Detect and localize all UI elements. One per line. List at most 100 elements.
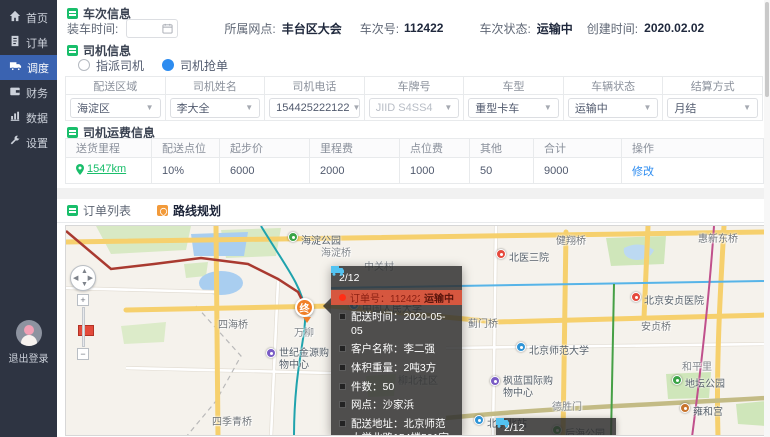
sidebar-item-settings[interactable]: 设置 xyxy=(0,130,57,155)
network-label: 所属网点: xyxy=(224,20,275,37)
zoom-track[interactable] xyxy=(82,307,85,347)
load-time-label: 装车时间: xyxy=(67,20,118,37)
col-header: 合计 xyxy=(534,139,622,158)
mall-marker-icon xyxy=(266,348,276,358)
trip-status-label: 车次状态: xyxy=(479,20,530,37)
radio-assign-driver[interactable] xyxy=(78,59,90,71)
tab-order-list[interactable]: 订单列表 xyxy=(67,202,131,219)
pan-up-icon[interactable]: ▲ xyxy=(81,268,88,275)
hospital-marker-icon xyxy=(496,249,506,259)
order-popup-secondary[interactable]: 2/12 xyxy=(496,418,616,436)
sidebar-item-home[interactable]: 首页 xyxy=(0,5,57,30)
freight-table: 送货里程 配送点位 起步价 里程费 点位费 其他 合计 操作 1547km 10… xyxy=(65,138,764,184)
order-list-icon xyxy=(67,205,78,216)
edit-link[interactable]: 修改 xyxy=(632,166,654,178)
pan-left-icon[interactable]: ◀ xyxy=(73,275,78,282)
map-label: 德胜门 xyxy=(552,398,582,413)
sidebar-item-finance[interactable]: 财务 xyxy=(0,80,57,105)
popup-pointer xyxy=(323,298,331,314)
home-icon xyxy=(9,10,21,25)
trip-status-value: 运输中 xyxy=(537,20,573,37)
map-zoom-slider[interactable]: + − xyxy=(77,294,89,360)
popup-field: 体积重量：2吨3方 xyxy=(339,361,454,375)
driver-name-select[interactable]: 李大全▼ xyxy=(170,98,261,118)
vehicle-type-select[interactable]: 重型卡车▼ xyxy=(468,98,559,118)
col-header: 车牌号 xyxy=(364,77,464,95)
col-header: 点位费 xyxy=(400,139,470,158)
map-poi-mall[interactable]: 世纪金源购物中心 xyxy=(266,348,333,371)
col-header: 起步价 xyxy=(220,139,310,158)
network-value: 丰台区大会 xyxy=(282,20,342,37)
distance-link[interactable]: 1547km xyxy=(76,163,126,175)
order-popup: 2/12 订单号：112422 运输中 配送时间：2020-05-05 客户名称… xyxy=(331,266,462,435)
trip-form-row: 装车时间: 所属网点: 丰台区大会 车次号: 112422 车次状态: 运输中 … xyxy=(67,18,704,38)
map-canvas[interactable]: 海淀桥 中关村 健翔桥 惠新东桥 安贞桥 蓟门桥 和平里 德胜门 四海桥 四季青… xyxy=(65,225,765,436)
temple-marker-icon xyxy=(680,403,690,413)
bullet-icon xyxy=(339,383,346,390)
sidebar-item-orders[interactable]: 订单 xyxy=(0,30,57,55)
driver-mode-radios: 指派司机 司机抢单 xyxy=(78,57,246,73)
col-header: 配送点位 xyxy=(152,139,220,158)
tab-route-plan[interactable]: 路线规划 xyxy=(157,202,221,219)
station-marker-icon xyxy=(474,415,484,425)
chevron-down-icon: ▼ xyxy=(544,103,552,112)
chevron-down-icon: ▼ xyxy=(643,103,651,112)
driver-phone-select[interactable]: 154425222122▼ xyxy=(269,98,360,118)
sidebar-item-dispatch[interactable]: 调度 xyxy=(0,55,57,80)
map-label: 四海桥 xyxy=(218,316,248,331)
vehicle-status-select[interactable]: 运输中▼ xyxy=(568,98,659,118)
location-pin-icon xyxy=(76,164,84,175)
radio-grab-order[interactable] xyxy=(162,59,174,71)
section-icon xyxy=(67,45,78,56)
map-poi-hospital[interactable]: 北医三院 xyxy=(496,249,549,264)
driver-table: 配送区域 司机姓名 司机电话 车牌号 车型 车辆状态 结算方式 海淀区▼ 李大全… xyxy=(65,76,763,121)
plate-no-select[interactable]: JIID S4SS4▼ xyxy=(369,98,460,118)
driver-table-row: 海淀区▼ 李大全▼ 154425222122▼ JIID S4SS4▼ 重型卡车… xyxy=(66,95,763,121)
map-pan-control[interactable]: ▲ ▼ ◀ ▶ xyxy=(70,265,96,291)
popup-field: 网点：沙家浜 xyxy=(339,398,454,412)
load-time-input[interactable] xyxy=(126,19,178,38)
scrollbar-thumb[interactable] xyxy=(765,2,769,97)
map-poi-park[interactable]: 地坛公园 xyxy=(672,375,725,390)
total-cell: 9000 xyxy=(534,158,622,184)
map-poi-mall[interactable]: 枫蓝国际购物中心 xyxy=(490,376,557,399)
section-icon xyxy=(67,127,78,138)
col-header: 配送区域 xyxy=(66,77,166,95)
point-fee-cell: 1000 xyxy=(400,158,470,184)
settlement-select[interactable]: 月结▼ xyxy=(667,98,758,118)
truck-icon xyxy=(331,266,345,276)
zoom-out-button[interactable]: − xyxy=(77,348,89,360)
vertical-scrollbar[interactable] xyxy=(764,0,770,437)
map-poi-park[interactable]: 海淀公园 xyxy=(288,232,341,247)
truck-icon xyxy=(9,60,22,75)
chevron-down-icon: ▼ xyxy=(245,103,253,112)
popup-field: 客户名称：李二强 xyxy=(339,342,454,356)
map-label: 和平里 xyxy=(682,358,712,373)
chevron-down-icon: ▼ xyxy=(353,103,360,112)
radio-assign-label[interactable]: 指派司机 xyxy=(96,57,144,74)
map-poi-temple[interactable]: 雍和宫 xyxy=(680,403,723,418)
zoom-in-button[interactable]: + xyxy=(77,294,89,306)
map-poi-university[interactable]: 北京师范大学 xyxy=(516,342,589,357)
wrench-icon xyxy=(9,135,21,150)
col-header: 车型 xyxy=(464,77,564,95)
bullet-icon xyxy=(339,420,346,427)
district-select[interactable]: 海淀区▼ xyxy=(70,98,161,118)
logout-label: 退出登录 xyxy=(0,350,57,365)
route-end-marker[interactable]: 终 xyxy=(295,298,314,317)
route-plan-icon xyxy=(157,205,168,216)
popup-field: 件数：50 xyxy=(339,380,454,394)
pan-right-icon[interactable]: ▶ xyxy=(88,275,93,282)
sidebar-item-data[interactable]: 数据 xyxy=(0,105,57,130)
sidebar-item-label: 订单 xyxy=(26,35,48,51)
radio-grab-label[interactable]: 司机抢单 xyxy=(180,57,228,74)
pan-down-icon[interactable]: ▼ xyxy=(81,281,88,288)
hospital-marker-icon xyxy=(631,292,641,302)
logout-button[interactable]: 退出登录 xyxy=(0,320,57,365)
col-header: 操作 xyxy=(622,139,764,158)
driver-table-header: 配送区域 司机姓名 司机电话 车牌号 车型 车辆状态 结算方式 xyxy=(66,77,763,95)
map-poi-hospital[interactable]: 北京安贞医院 xyxy=(631,292,704,307)
sidebar-item-label: 数据 xyxy=(26,110,48,126)
bar-chart-icon xyxy=(9,110,21,125)
bullet-icon xyxy=(339,401,346,408)
